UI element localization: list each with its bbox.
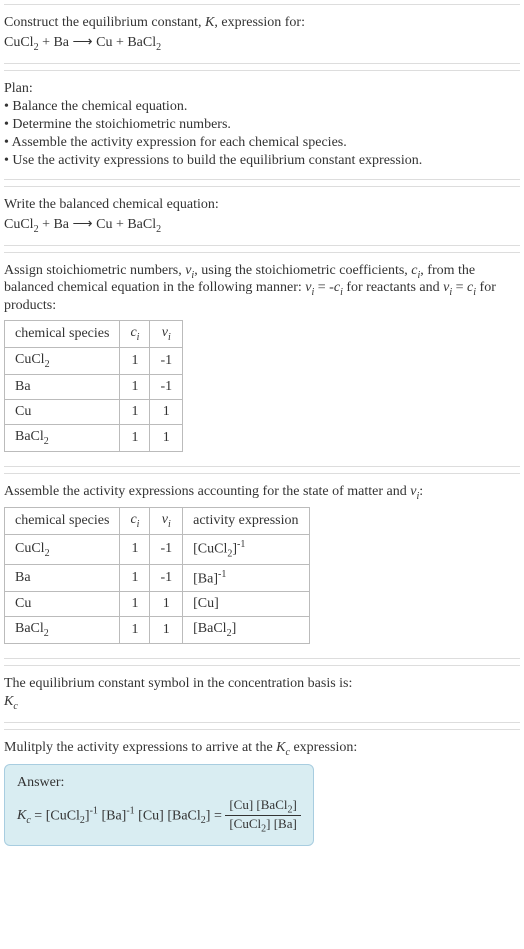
plan-item: • Use the activity expressions to build … (4, 153, 520, 169)
prompt-text: Construct the equilibrium constant, K, e… (4, 15, 520, 31)
col-header-vi: νi (150, 508, 183, 535)
plan-item: • Balance the chemical equation. (4, 99, 520, 115)
table-row: BaCl2 1 1 [BaCl2] (5, 617, 310, 644)
table-header-row: chemical species ci νi (5, 321, 183, 348)
col-header-ci: ci (120, 321, 150, 348)
cell-ci: 1 (120, 374, 150, 399)
col-header-activity: activity expression (183, 508, 309, 535)
col-header-ci: ci (120, 508, 150, 535)
cell-vi: 1 (150, 424, 183, 451)
table-header-row: chemical species ci νi activity expressi… (5, 508, 310, 535)
cell-species: Ba (5, 374, 120, 399)
cell-ci: 1 (120, 535, 150, 564)
balanced-equation: CuCl2 + Ba ⟶ Cu + BaCl2 (4, 215, 520, 235)
reaction-equation: CuCl2 + Ba ⟶ Cu + BaCl2 (4, 33, 520, 53)
activity-intro: Assemble the activity expressions accoun… (4, 484, 520, 502)
cell-species: BaCl2 (5, 424, 120, 451)
fraction-denominator: [CuCl2] [Ba] (225, 816, 300, 835)
plan-item: • Determine the stoichiometric numbers. (4, 117, 520, 133)
table-row: CuCl2 1 -1 (5, 347, 183, 374)
prompt-section: Construct the equilibrium constant, K, e… (4, 4, 520, 64)
cell-vi: 1 (150, 617, 183, 644)
cell-vi: -1 (150, 347, 183, 374)
cell-vi: 1 (150, 399, 183, 424)
table-row: Ba 1 -1 [Ba]-1 (5, 564, 310, 592)
multiply-section: Mulitply the activity expressions to arr… (4, 729, 520, 854)
cell-vi: -1 (150, 374, 183, 399)
cell-vi: -1 (150, 535, 183, 564)
multiply-intro: Mulitply the activity expressions to arr… (4, 740, 520, 758)
table-row: Cu 1 1 [Cu] (5, 592, 310, 617)
stoichiometric-intro: Assign stoichiometric numbers, νi, using… (4, 263, 520, 315)
cell-ci: 1 (120, 617, 150, 644)
cell-ci: 1 (120, 424, 150, 451)
cell-species: Cu (5, 592, 120, 617)
cell-activity: [CuCl2]-1 (183, 535, 309, 564)
answer-label: Answer: (17, 775, 301, 791)
cell-ci: 1 (120, 592, 150, 617)
cell-activity: [Ba]-1 (183, 564, 309, 592)
col-header-species: chemical species (5, 321, 120, 348)
cell-vi: -1 (150, 564, 183, 592)
symbol-intro: The equilibrium constant symbol in the c… (4, 676, 520, 692)
cell-species: Cu (5, 399, 120, 424)
plan-title: Plan: (4, 81, 520, 97)
table-row: Cu 1 1 (5, 399, 183, 424)
symbol-section: The equilibrium constant symbol in the c… (4, 665, 520, 723)
col-header-species: chemical species (5, 508, 120, 535)
answer-expression: Kc = [CuCl2]-1 [Ba]-1 [Cu] [BaCl2] = [Cu… (17, 797, 301, 835)
cell-vi: 1 (150, 592, 183, 617)
stoichiometric-table: chemical species ci νi CuCl2 1 -1 Ba 1 -… (4, 320, 183, 451)
activity-section: Assemble the activity expressions accoun… (4, 473, 520, 660)
balanced-intro: Write the balanced chemical equation: (4, 197, 520, 213)
table-row: CuCl2 1 -1 [CuCl2]-1 (5, 535, 310, 564)
cell-ci: 1 (120, 399, 150, 424)
answer-box: Answer: Kc = [CuCl2]-1 [Ba]-1 [Cu] [BaCl… (4, 764, 314, 846)
plan-item: • Assemble the activity expression for e… (4, 135, 520, 151)
cell-species: CuCl2 (5, 535, 120, 564)
fraction-numerator: [Cu] [BaCl2] (225, 797, 300, 817)
answer-fraction: [Cu] [BaCl2] [CuCl2] [Ba] (225, 797, 300, 835)
col-header-vi: νi (150, 321, 183, 348)
symbol-value: Kc (4, 694, 520, 712)
cell-species: Ba (5, 564, 120, 592)
table-row: Ba 1 -1 (5, 374, 183, 399)
activity-table: chemical species ci νi activity expressi… (4, 507, 310, 644)
cell-activity: [Cu] (183, 592, 309, 617)
stoichiometric-section: Assign stoichiometric numbers, νi, using… (4, 252, 520, 467)
balanced-section: Write the balanced chemical equation: Cu… (4, 186, 520, 246)
cell-activity: [BaCl2] (183, 617, 309, 644)
cell-ci: 1 (120, 564, 150, 592)
cell-ci: 1 (120, 347, 150, 374)
table-row: BaCl2 1 1 (5, 424, 183, 451)
cell-species: BaCl2 (5, 617, 120, 644)
plan-section: Plan: • Balance the chemical equation. •… (4, 70, 520, 180)
cell-species: CuCl2 (5, 347, 120, 374)
